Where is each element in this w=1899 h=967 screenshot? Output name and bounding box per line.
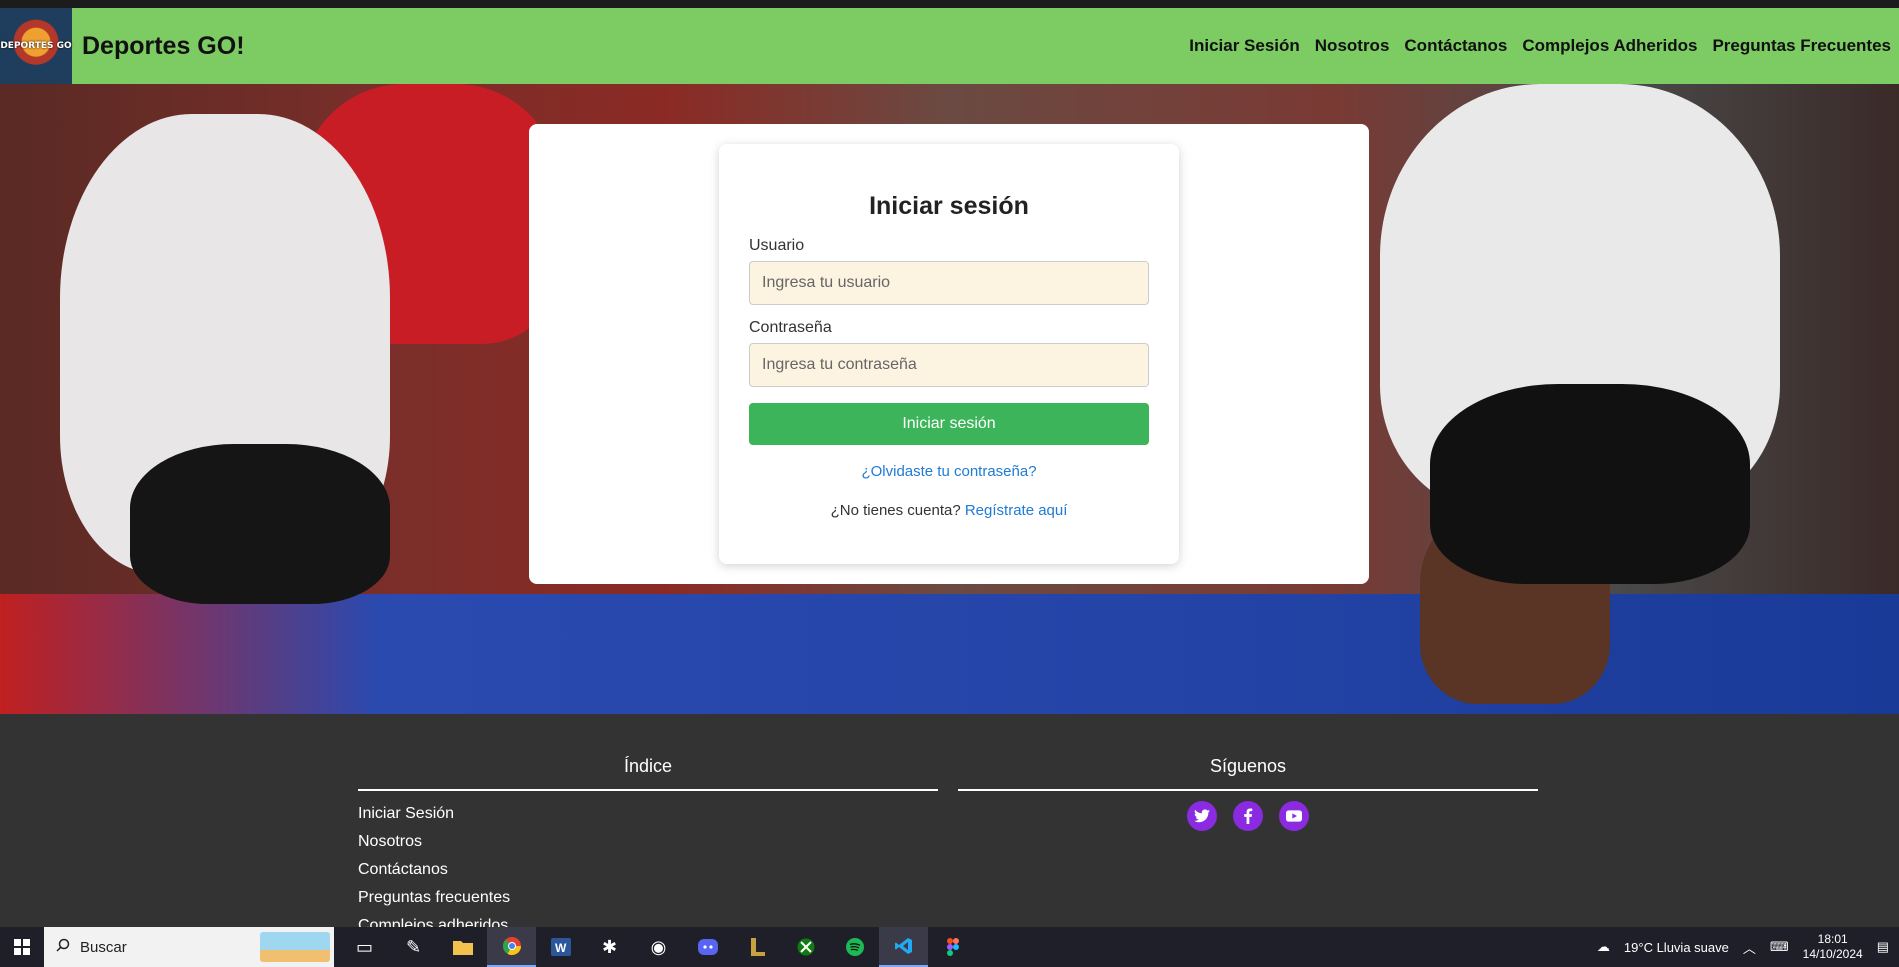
footer: Índice Iniciar Sesión Nosotros Contáctan… (0, 714, 1899, 934)
windows-start-icon[interactable] (0, 927, 44, 967)
footer-index-title: Índice (358, 756, 938, 791)
slack-icon[interactable]: ✱ (585, 927, 634, 967)
task-view-icon[interactable]: ▭ (340, 927, 389, 967)
facebook-icon[interactable] (1233, 801, 1263, 831)
hero-player-shorts-left (130, 444, 390, 604)
social-links (958, 801, 1538, 831)
notification-icon[interactable]: ▤ (1877, 939, 1889, 955)
svg-text:W: W (555, 941, 567, 955)
password-input[interactable] (749, 343, 1149, 387)
weather-icon[interactable]: ☁ (1597, 939, 1610, 955)
hero-stadium-board (0, 594, 1899, 714)
youtube-icon[interactable] (1279, 801, 1309, 831)
login-form: Iniciar sesión Usuario Contraseña Inicia… (719, 144, 1179, 564)
discord-icon[interactable] (683, 927, 732, 967)
clock[interactable]: 18:01 14/10/2024 (1803, 932, 1863, 962)
footer-follow-column: Síguenos (958, 756, 1538, 831)
forgot-password-link[interactable]: ¿Olvidaste tu contraseña? (861, 463, 1036, 480)
navbar: DEPORTES GO Deportes GO! Iniciar Sesión … (0, 8, 1899, 84)
nav-link-preguntas-frecuentes[interactable]: Preguntas Frecuentes (1712, 36, 1891, 56)
taskbar-search-text: Buscar (80, 938, 127, 956)
weather-text[interactable]: 19°C Lluvia suave (1624, 940, 1729, 955)
nav-link-nosotros[interactable]: Nosotros (1315, 36, 1390, 56)
os-taskbar: Buscar ▭ ✎ W ✱ ◉ ☁ 19°C Lluvia suave ︿ ⌨… (0, 927, 1899, 967)
register-link[interactable]: Regístrate aquí (965, 502, 1068, 519)
nav-link-contactanos[interactable]: Contáctanos (1404, 36, 1507, 56)
login-title: Iniciar sesión (869, 192, 1029, 220)
taskbar-apps: ▭ ✎ W ✱ ◉ (340, 927, 977, 967)
nav-links: Iniciar Sesión Nosotros Contáctanos Comp… (1189, 36, 1899, 56)
login-submit-button[interactable]: Iniciar sesión (749, 403, 1149, 445)
footer-index-links: Iniciar Sesión Nosotros Contáctanos Preg… (358, 805, 938, 935)
league-of-legends-icon[interactable] (732, 927, 781, 967)
file-explorer-icon[interactable] (438, 927, 487, 967)
paint-icon[interactable]: ✎ (389, 927, 438, 967)
figma-icon[interactable] (928, 927, 977, 967)
twitter-icon[interactable] (1187, 801, 1217, 831)
brand-name[interactable]: Deportes GO! (82, 32, 245, 61)
footer-follow-title: Síguenos (958, 756, 1538, 791)
clock-date: 14/10/2024 (1802, 947, 1863, 961)
register-prompt: ¿No tienes cuenta? (830, 502, 961, 519)
password-label: Contraseña (749, 319, 832, 336)
camera-icon[interactable]: ◉ (634, 927, 683, 967)
user-label: Usuario (749, 237, 805, 254)
chrome-icon[interactable] (487, 927, 536, 967)
chevron-up-icon[interactable]: ︿ (1743, 938, 1756, 957)
vscode-icon[interactable] (879, 927, 928, 967)
taskbar-search[interactable]: Buscar (44, 927, 334, 967)
xbox-icon[interactable] (781, 927, 830, 967)
system-tray: ☁ 19°C Lluvia suave ︿ ⌨ 18:01 14/10/2024… (1597, 932, 1899, 962)
word-icon[interactable]: W (536, 927, 585, 967)
hero-player-shorts-right (1430, 384, 1750, 584)
username-input[interactable] (749, 261, 1149, 305)
nav-link-iniciar-sesion[interactable]: Iniciar Sesión (1189, 36, 1300, 56)
forgot-password-row: ¿Olvidaste tu contraseña? (749, 463, 1149, 480)
footer-link-preguntas-frecuentes[interactable]: Preguntas frecuentes (358, 889, 938, 907)
footer-index-column: Índice Iniciar Sesión Nosotros Contáctan… (358, 756, 938, 945)
spotify-icon[interactable] (830, 927, 879, 967)
clock-time: 18:01 (1817, 932, 1848, 946)
search-icon (56, 938, 70, 956)
nav-link-complejos-adheridos[interactable]: Complejos Adheridos (1522, 36, 1697, 56)
footer-link-contactanos[interactable]: Contáctanos (358, 861, 938, 879)
site-logo[interactable]: DEPORTES GO (0, 8, 72, 84)
search-highlight-image (260, 932, 330, 962)
footer-link-iniciar-sesion[interactable]: Iniciar Sesión (358, 805, 938, 823)
window-top-strip (0, 0, 1899, 8)
footer-link-nosotros[interactable]: Nosotros (358, 833, 938, 851)
logo-text: DEPORTES GO (0, 41, 72, 51)
register-row: ¿No tienes cuenta? Regístrate aquí (749, 502, 1149, 519)
keyboard-icon[interactable]: ⌨ (1770, 939, 1789, 955)
